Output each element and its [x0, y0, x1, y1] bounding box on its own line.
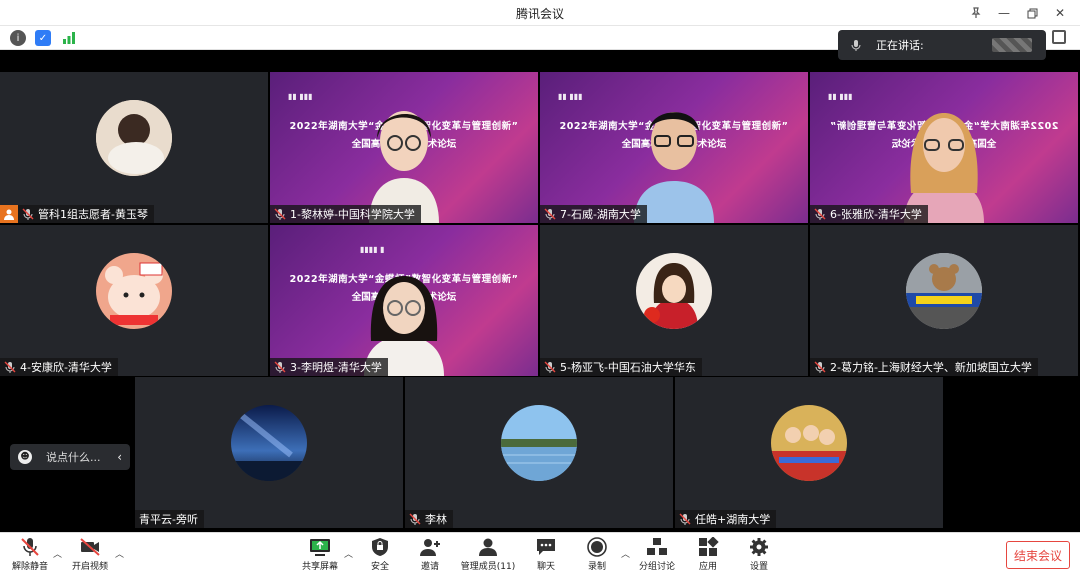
signal-icon[interactable] — [61, 30, 77, 46]
event-logos: ▮▮ ▮▮▮ — [558, 92, 583, 101]
speaker-name-blurred — [992, 38, 1032, 52]
participant-name: 3-李明煜-清华大学 — [290, 361, 382, 374]
event-logos: ▮▮ ▮▮▮ — [828, 92, 853, 101]
add-user-icon — [420, 539, 440, 556]
breakout-icon — [647, 538, 667, 555]
video-tile[interactable]: ▮▮ ▮▮▮ 2022年湖南大学“金蝶杯”数智化变革与管理创新” 全国高校博士生… — [540, 72, 808, 223]
video-tile[interactable]: 管科1组志愿者-黄玉琴 — [0, 72, 268, 223]
settings-button[interactable]: 设置 — [729, 537, 789, 575]
avatar — [906, 253, 982, 329]
gear-icon — [750, 538, 768, 556]
mic-icon — [851, 40, 861, 51]
avatar — [636, 253, 712, 329]
participant-name: 7-石威-湖南大学 — [560, 208, 641, 221]
chat-input[interactable]: ☻ 说点什么... ‹ — [10, 444, 130, 470]
mic-muted-icon — [409, 513, 421, 525]
participant-name: 管科1组志愿者-黄玉琴 — [38, 208, 148, 221]
apps-grid-icon — [699, 537, 719, 556]
mic-muted-icon — [22, 208, 34, 220]
participant-video — [369, 111, 439, 223]
meeting-toolbar: 解除静音 ︿ 开启视频 ︿ 共享屏幕 ︿ 安全 邀请 管理成员(11) 聊天 录… — [0, 532, 1080, 576]
speaking-indicator: 正在讲话: — [838, 30, 1046, 60]
participant-name-tag: 任皓+湖南大学 — [675, 510, 777, 528]
mic-muted-icon — [274, 208, 286, 220]
chevron-left-icon[interactable]: ‹ — [117, 450, 122, 464]
participant-name-tag: 5-杨亚飞-中国石油大学华东 — [540, 358, 702, 376]
volunteer-badge-icon — [0, 205, 18, 223]
participant-video — [634, 112, 714, 223]
video-tile[interactable]: 2-葛力铭-上海财经大学、新加坡国立大学 — [810, 225, 1078, 376]
participant-name-tag: 4-安康欣-清华大学 — [0, 358, 118, 376]
members-icon — [479, 538, 497, 556]
video-tile[interactable]: 5-杨亚飞-中国石油大学华东 — [540, 225, 808, 376]
participant-name: 青平云-旁听 — [139, 513, 198, 526]
start-video-button[interactable]: 开启视频 — [60, 537, 120, 575]
share-screen-button[interactable]: 共享屏幕 — [290, 537, 350, 575]
manage-members-button[interactable]: 管理成员(11) — [458, 537, 518, 575]
participant-name-tag: 管科1组志愿者-黄玉琴 — [0, 205, 154, 223]
event-logos: ▮▮ ▮▮▮ — [288, 92, 313, 101]
mic-muted-icon — [21, 538, 39, 556]
chat-bubble-icon — [537, 539, 555, 555]
mic-muted-icon — [544, 208, 556, 220]
shield-icon — [372, 538, 388, 556]
window-controls: — ✕ — [962, 0, 1074, 26]
close-icon[interactable]: ✕ — [1046, 0, 1074, 26]
participant-name-tag: 2-葛力铭-上海财经大学、新加坡国立大学 — [810, 358, 1038, 376]
participant-name-tag: 1-黎林婷-中国科学院大学 — [270, 205, 421, 223]
participant-name: 1-黎林婷-中国科学院大学 — [290, 208, 415, 221]
participant-name-tag: 3-李明煜-清华大学 — [270, 358, 388, 376]
emoji-icon[interactable]: ☻ — [18, 450, 32, 464]
video-tile[interactable]: ▮▮▮▮ ▮ 2022年湖南大学“金蝶杯”数智化变革与管理创新” 全国高校博士生… — [270, 225, 538, 376]
participant-name: 4-安康欣-清华大学 — [20, 361, 112, 374]
avatar — [96, 100, 172, 176]
mic-muted-icon — [814, 361, 826, 373]
pin-icon[interactable] — [962, 0, 990, 26]
participant-name: 李林 — [425, 513, 447, 526]
share-screen-icon — [310, 539, 330, 556]
participant-video — [364, 276, 444, 376]
participant-name: 任皓+湖南大学 — [695, 513, 771, 526]
participant-name: 6-张雅欣-清华大学 — [830, 208, 922, 221]
record-icon — [587, 537, 607, 557]
fullscreen-icon[interactable] — [1052, 30, 1066, 44]
participant-name-tag: 7-石威-湖南大学 — [540, 205, 647, 223]
avatar — [231, 405, 307, 481]
participant-name: 2-葛力铭-上海财经大学、新加坡国立大学 — [830, 361, 1032, 374]
participant-name-tag: 李林 — [405, 510, 453, 528]
window-title: 腾讯会议 — [515, 7, 564, 21]
participant-video — [904, 113, 984, 223]
record-button[interactable]: 录制 — [567, 537, 627, 575]
mic-muted-icon — [679, 513, 691, 525]
avatar — [771, 405, 847, 481]
video-tile[interactable]: ▮▮ ▮▮▮ 2022年湖南大学“金蝶杯”数智化变革与管理创新” 全国高校博士生… — [270, 72, 538, 223]
participant-name-tag: 6-张雅欣-清华大学 — [810, 205, 928, 223]
chat-placeholder: 说点什么... — [46, 451, 101, 464]
video-tile[interactable]: 任皓+湖南大学 — [675, 377, 943, 528]
unmute-button[interactable]: 解除静音 — [0, 537, 60, 575]
mic-muted-icon — [544, 361, 556, 373]
invite-button[interactable]: 邀请 — [400, 537, 460, 575]
title-bar: 腾讯会议 — ✕ — [0, 0, 1080, 26]
speaking-label: 正在讲话: — [876, 39, 924, 52]
info-icon[interactable]: i — [10, 30, 26, 46]
end-meeting-button[interactable]: 结束会议 — [1006, 541, 1070, 569]
mic-muted-icon — [814, 208, 826, 220]
avatar — [96, 253, 172, 329]
restore-icon[interactable] — [1018, 0, 1046, 26]
camera-off-icon — [80, 538, 100, 556]
video-tile[interactable]: 李林 — [405, 377, 673, 528]
video-tile[interactable]: 青平云-旁听 — [135, 377, 403, 528]
video-options-caret-icon[interactable]: ︿ — [115, 547, 124, 560]
shield-icon[interactable]: ✓ — [35, 30, 51, 46]
mic-muted-icon — [4, 361, 16, 373]
participant-name: 5-杨亚飞-中国石油大学华东 — [560, 361, 696, 374]
mic-muted-icon — [274, 361, 286, 373]
avatar — [501, 405, 577, 481]
video-tile[interactable]: 4-安康欣-清华大学 — [0, 225, 268, 376]
participant-name-tag: 青平云-旁听 — [135, 510, 204, 528]
minimize-icon[interactable]: — — [990, 0, 1018, 26]
video-tile[interactable]: ▮▮ ▮▮▮ 2022年湖南大学“金蝶杯”数智化变革与管理创新” 全国高校博士生… — [810, 72, 1078, 223]
